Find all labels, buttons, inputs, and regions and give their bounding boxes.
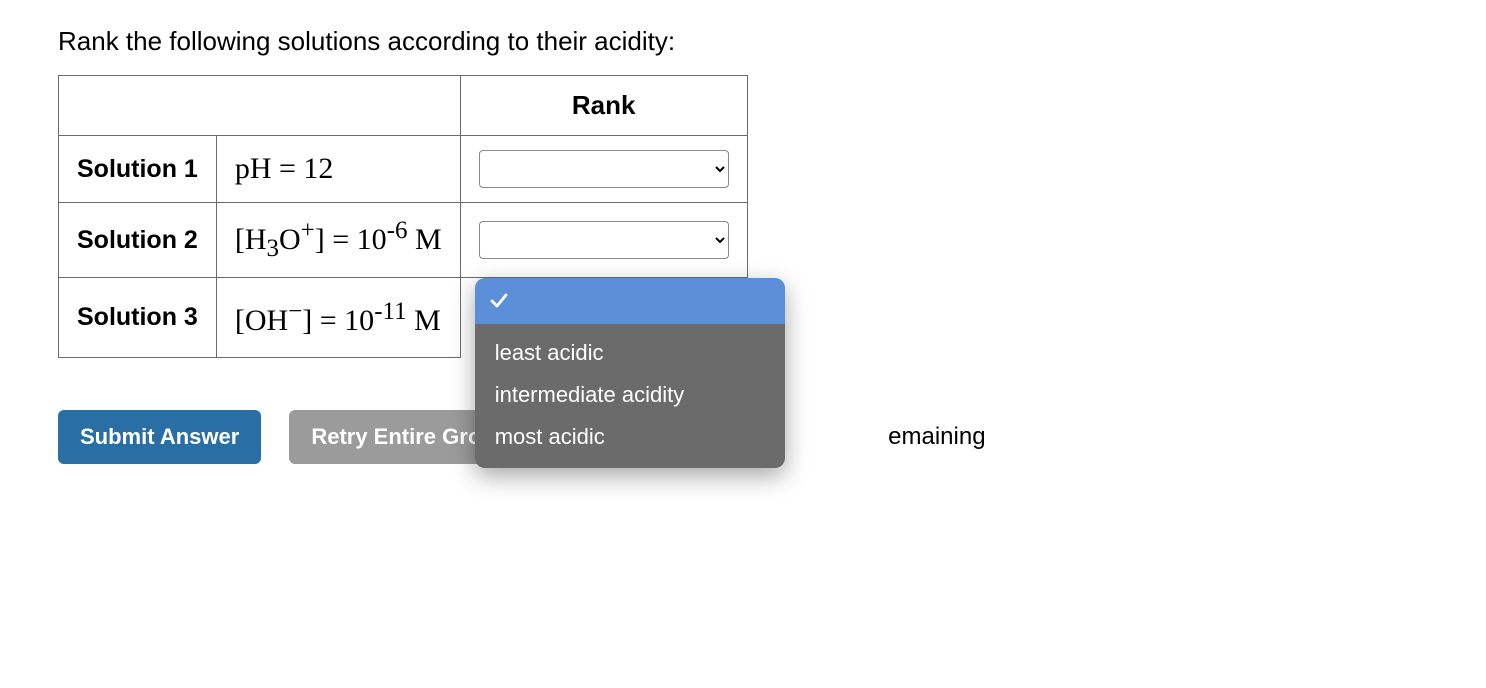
dropdown-option[interactable]: least acidic [475,332,785,374]
solution-formula: pH = 12 [216,136,460,203]
header-rank: Rank [460,76,747,136]
table-row: Solution 2 [H3O+] = 10-6 M [59,203,748,278]
dropdown-option[interactable]: intermediate acidity [475,374,785,416]
ranking-table: Rank Solution 1 pH = 12 Solution 2 [H3O+… [58,75,748,358]
solution-label: Solution 3 [59,278,217,358]
rank-select-2[interactable] [479,221,729,259]
table-row: Solution 3 [OH−] = 10-11 M least acidic … [59,278,748,358]
solution-label: Solution 1 [59,136,217,203]
check-icon [489,291,509,311]
dropdown-options: least acidic intermediate acidity most a… [475,324,785,468]
submit-answer-button[interactable]: Submit Answer [58,410,261,464]
dropdown-selected-bar[interactable] [475,278,785,324]
solution-formula: [H3O+] = 10-6 M [216,203,460,278]
question-prompt: Rank the following solutions according t… [58,26,1428,57]
header-empty [59,76,461,136]
solution-label: Solution 2 [59,203,217,278]
table-row: Solution 1 pH = 12 [59,136,748,203]
rank-select-3-open[interactable]: least acidic intermediate acidity most a… [475,278,785,468]
rank-select-1[interactable] [479,150,729,188]
dropdown-option[interactable]: most acidic [475,416,785,458]
solution-formula: [OH−] = 10-11 M [216,278,460,358]
attempts-remaining-fragment: emaining [888,423,985,451]
